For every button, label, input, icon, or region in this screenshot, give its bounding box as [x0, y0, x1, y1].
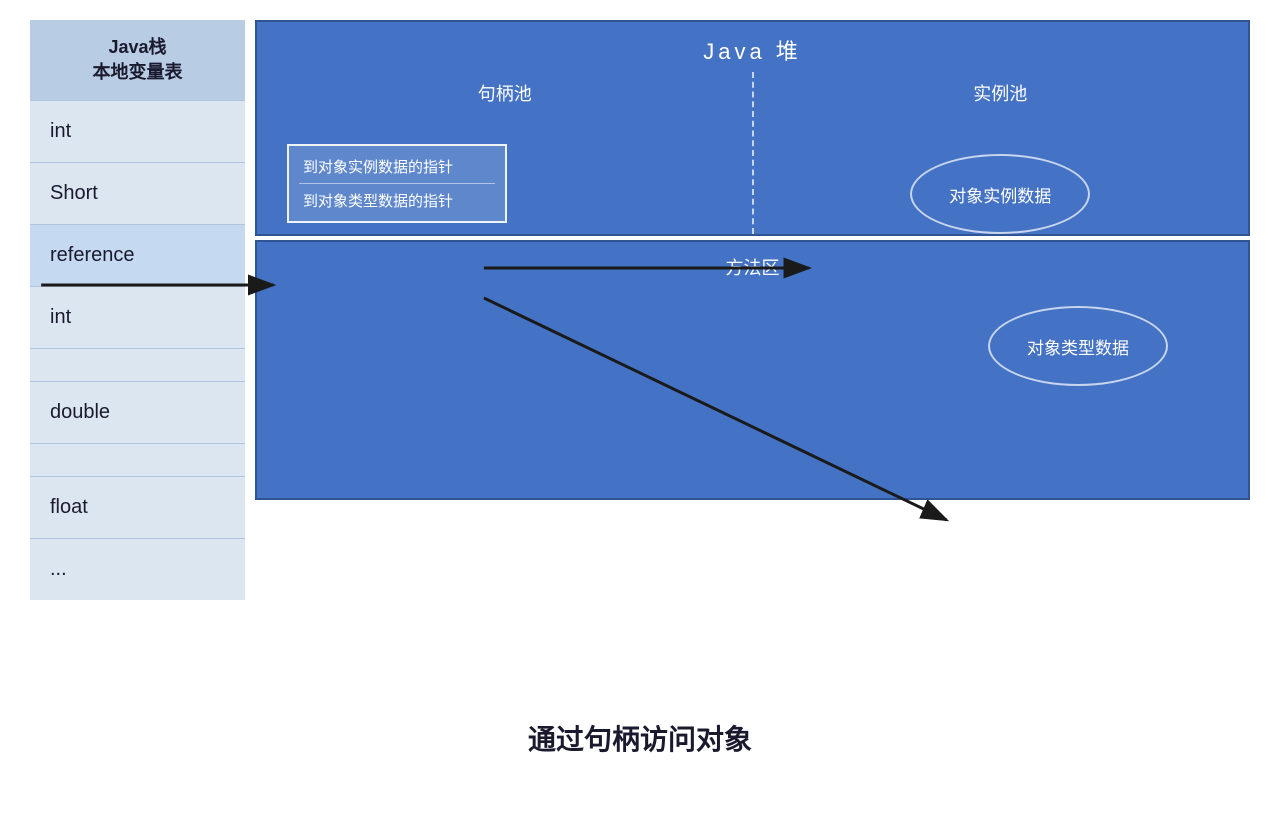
sidebar-item-int1: int	[30, 100, 245, 162]
sidebar-item-dots: ...	[30, 538, 245, 600]
main-content: Java栈 本地变量表 int Short reference int doub…	[30, 20, 1250, 700]
sidebar-item-empty2	[30, 443, 245, 476]
java-heap-title: Java 堆	[257, 22, 1248, 72]
sidebar: Java栈 本地变量表 int Short reference int doub…	[30, 20, 245, 700]
sidebar-header: Java栈 本地变量表	[30, 20, 245, 100]
handle-row2: 到对象类型数据的指针	[299, 184, 495, 217]
diagram-wrapper: Java 堆 句柄池 到对象实例数据的指针 到对象类型数据的指针 实例池	[245, 20, 1250, 700]
sidebar-item-double: double	[30, 381, 245, 443]
sidebar-item-float: float	[30, 476, 245, 538]
sidebar-item-reference: reference	[30, 224, 245, 286]
instance-pool: 实例池 对象实例数据	[753, 72, 1249, 234]
diagram-area: Java 堆 句柄池 到对象实例数据的指针 到对象类型数据的指针 实例池	[255, 20, 1250, 500]
heap-sections: 句柄池 到对象实例数据的指针 到对象类型数据的指针 实例池 对象实例数据	[257, 72, 1248, 234]
sidebar-item-empty1	[30, 348, 245, 381]
handle-box: 到对象实例数据的指针 到对象类型数据的指针	[287, 144, 507, 223]
caption: 通过句柄访问对象	[528, 718, 752, 758]
sidebar-item-short: Short	[30, 162, 245, 224]
ellipse-instance: 对象实例数据	[910, 154, 1090, 234]
method-area-content: 对象类型数据	[257, 286, 1248, 386]
instance-pool-label: 实例池	[973, 72, 1027, 114]
method-area: 方法区 对象类型数据	[255, 240, 1250, 500]
sidebar-item-int2: int	[30, 286, 245, 348]
ellipse-type: 对象类型数据	[988, 306, 1168, 386]
method-area-label: 方法区	[257, 242, 1248, 286]
handle-row1: 到对象实例数据的指针	[299, 150, 495, 184]
sentence-handle-pool: 句柄池 到对象实例数据的指针 到对象类型数据的指针	[257, 72, 753, 234]
java-heap: Java 堆 句柄池 到对象实例数据的指针 到对象类型数据的指针 实例池	[255, 20, 1250, 236]
sentence-handle-label: 句柄池	[257, 72, 753, 114]
